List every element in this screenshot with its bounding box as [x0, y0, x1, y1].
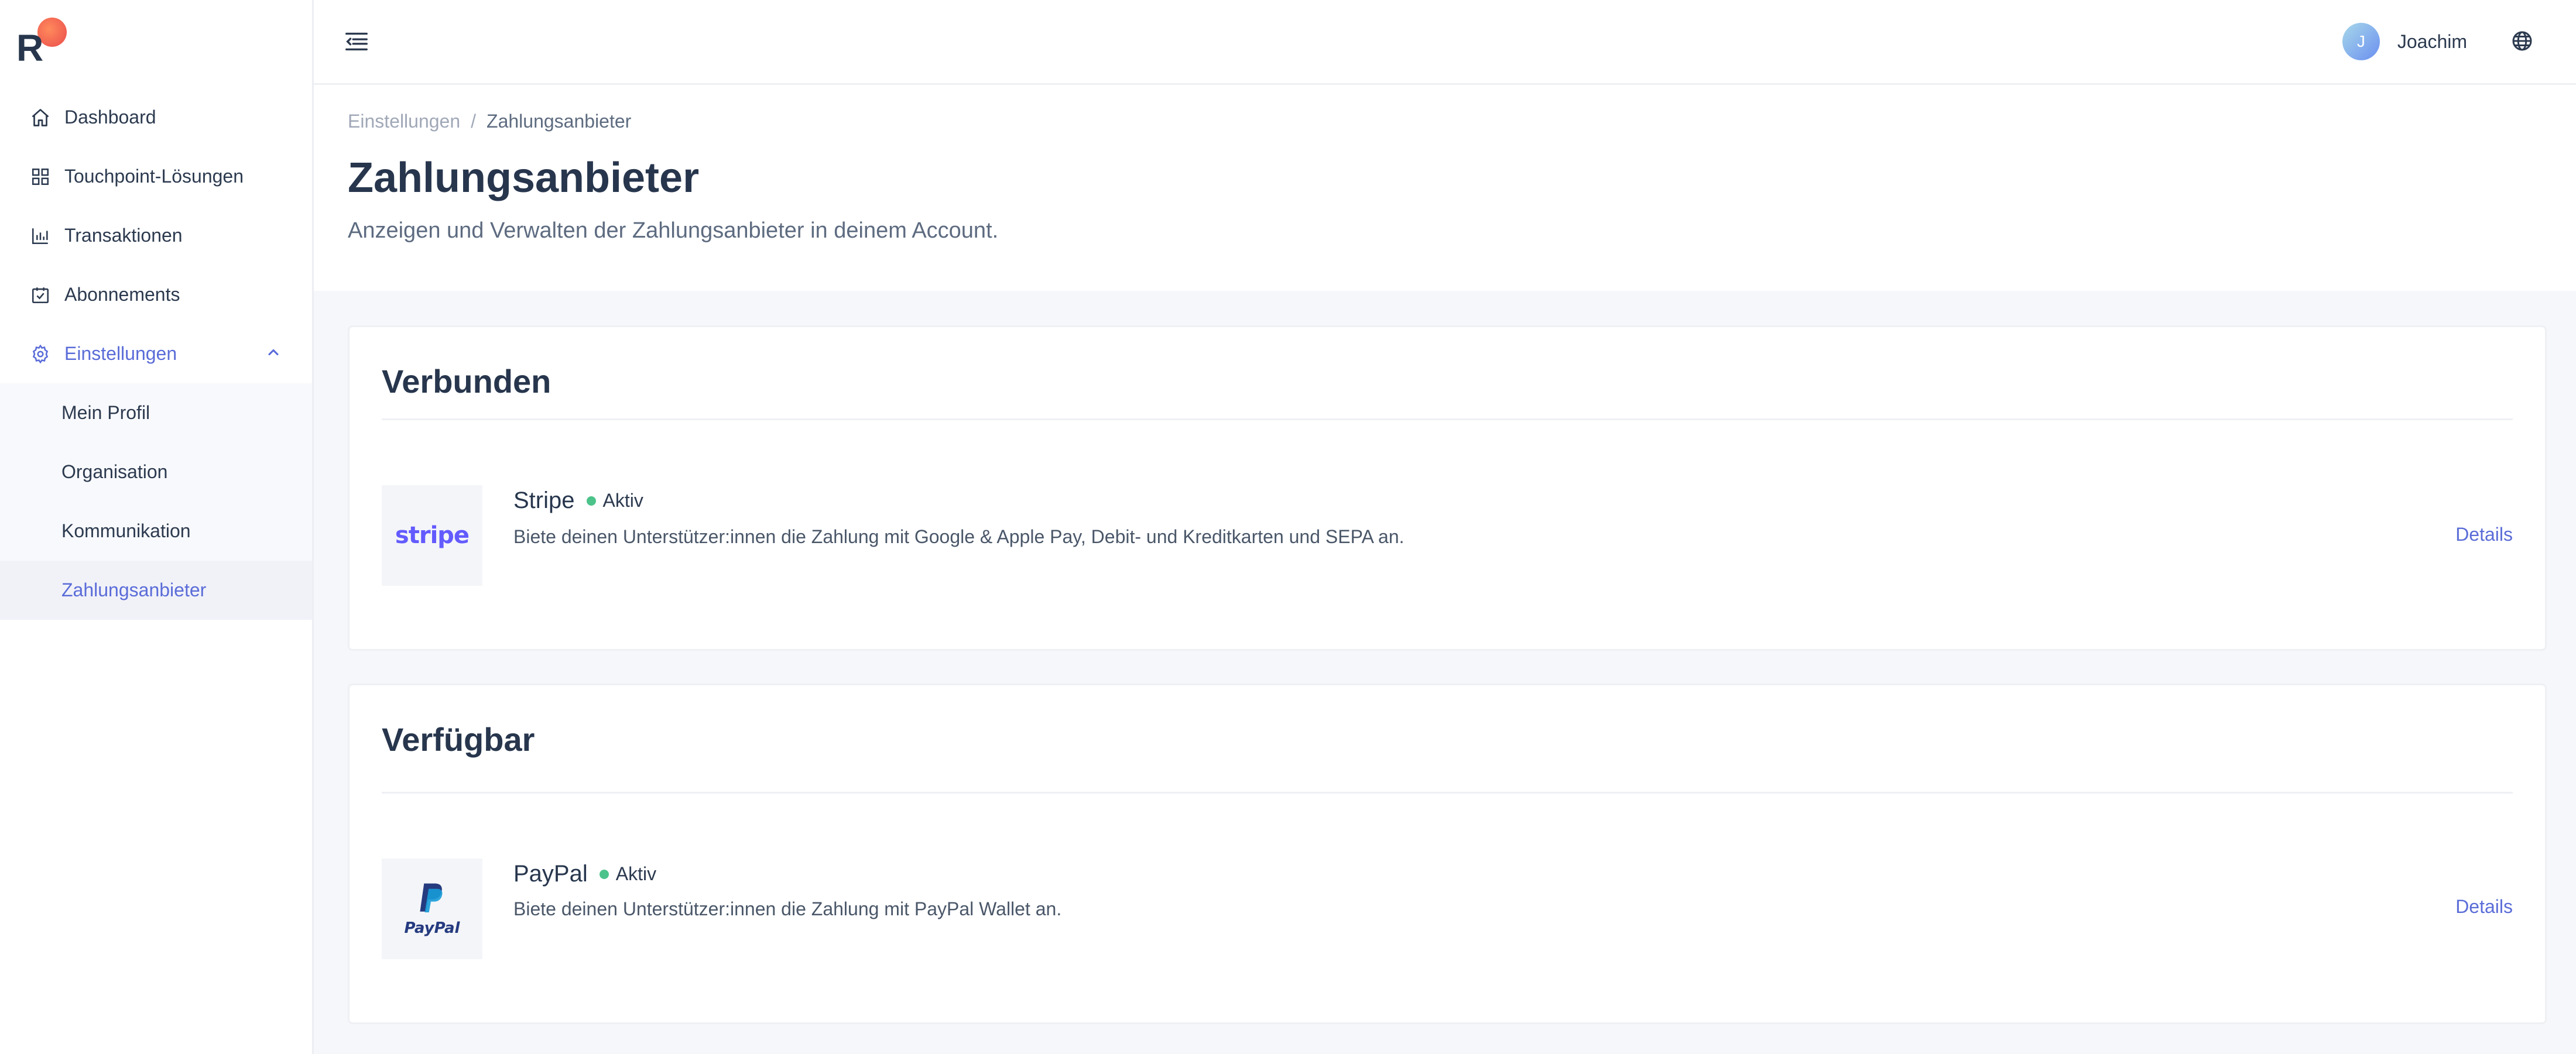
grid-icon	[29, 166, 52, 188]
settings-subnav: Mein Profil Organisation Kommunikation Z…	[0, 383, 312, 620]
provider-name: Stripe	[513, 487, 575, 513]
paypal-details-link[interactable]: Details	[2455, 896, 2513, 918]
avatar: J	[2342, 23, 2380, 60]
page-header: Einstellungen / Zahlungsanbieter Zahlungsa…	[314, 85, 2576, 291]
sidebar-item-label: Einstellungen	[64, 343, 177, 364]
sidebar-subitem-mein-profil[interactable]: Mein Profil	[0, 383, 312, 442]
page-title: Zahlungsanbieter	[348, 155, 700, 201]
section-title: Verfügbar	[382, 721, 535, 758]
sidebar-subitem-zahlungsanbieter[interactable]: Zahlungsanbieter	[0, 561, 312, 620]
page-subtitle: Anzeigen und Verwalten der Zahlungsanbie…	[348, 218, 999, 243]
divider	[382, 792, 2513, 794]
paypal-p-icon	[420, 883, 443, 912]
sidebar-item-dashboard[interactable]: Dashboard	[0, 88, 312, 147]
breadcrumb-parent-link[interactable]: Einstellungen	[348, 111, 460, 132]
chevron-up-icon[interactable]	[265, 344, 282, 363]
sidebar: R Dashboard Touchpoint-Lösungen Transakt…	[0, 0, 314, 1054]
stripe-details-link[interactable]: Details	[2455, 524, 2513, 545]
sidebar-nav: Dashboard Touchpoint-Lösungen Transaktio…	[0, 88, 312, 620]
collapse-menu-icon[interactable]	[343, 28, 371, 56]
sidebar-item-label: Transaktionen	[64, 225, 183, 246]
provider-name: PayPal	[513, 861, 588, 887]
calendar-check-icon	[29, 284, 52, 306]
provider-description: Biete deinen Unterstützer:innen die Zahl…	[513, 898, 1062, 919]
status-badge: Aktiv	[586, 490, 643, 511]
stripe-logo-text: stripe	[395, 522, 470, 549]
bar-chart-icon	[29, 225, 52, 247]
home-icon	[29, 107, 52, 129]
breadcrumb: Einstellungen / Zahlungsanbieter	[348, 111, 631, 132]
sidebar-item-transaktionen[interactable]: Transaktionen	[0, 206, 312, 265]
paypal-logo-mark: PayPal	[405, 881, 460, 937]
gear-icon	[29, 343, 52, 365]
breadcrumb-separator: /	[471, 111, 477, 132]
provider-row: PayPal Aktiv	[513, 861, 656, 887]
provider-description: Biete deinen Unterstützer:innen die Zahl…	[513, 526, 1405, 547]
sidebar-item-label: Touchpoint-Lösungen	[64, 166, 244, 187]
section-title: Verbunden	[382, 363, 551, 400]
user-name: Joachim	[2397, 30, 2467, 52]
status-label: Aktiv	[602, 490, 643, 511]
sidebar-item-label: Dashboard	[64, 107, 156, 128]
provider-row: Stripe Aktiv	[513, 487, 643, 514]
sidebar-subitem-kommunikation[interactable]: Kommunikation	[0, 502, 312, 561]
available-section: Verfügbar PayPal PayPal Aktiv Biete dein…	[348, 684, 2547, 1024]
top-bar: J Joachim	[314, 0, 2576, 85]
status-dot-icon	[586, 496, 596, 506]
divider	[382, 418, 2513, 420]
status-label: Aktiv	[615, 863, 657, 884]
sidebar-item-abonnements[interactable]: Abonnements	[0, 265, 312, 324]
connected-section: Verbunden stripe Stripe Aktiv Biete dein…	[348, 325, 2547, 651]
sidebar-item-touchpoint-loesungen[interactable]: Touchpoint-Lösungen	[0, 147, 312, 206]
status-badge: Aktiv	[599, 863, 657, 885]
logo-letter: R	[16, 27, 44, 69]
user-menu[interactable]: J Joachim	[2342, 22, 2467, 61]
status-dot-icon	[599, 869, 609, 879]
sidebar-subitem-organisation[interactable]: Organisation	[0, 442, 312, 502]
breadcrumb-current: Zahlungsanbieter	[487, 111, 632, 132]
sidebar-item-einstellungen[interactable]: Einstellungen	[0, 324, 312, 383]
sidebar-item-label: Abonnements	[64, 284, 180, 305]
app-logo[interactable]: R	[16, 18, 67, 69]
paypal-logo-text: PayPal	[404, 919, 460, 937]
paypal-logo: PayPal	[382, 859, 482, 959]
stripe-logo: stripe	[382, 485, 482, 586]
globe-icon[interactable]	[2510, 29, 2536, 55]
